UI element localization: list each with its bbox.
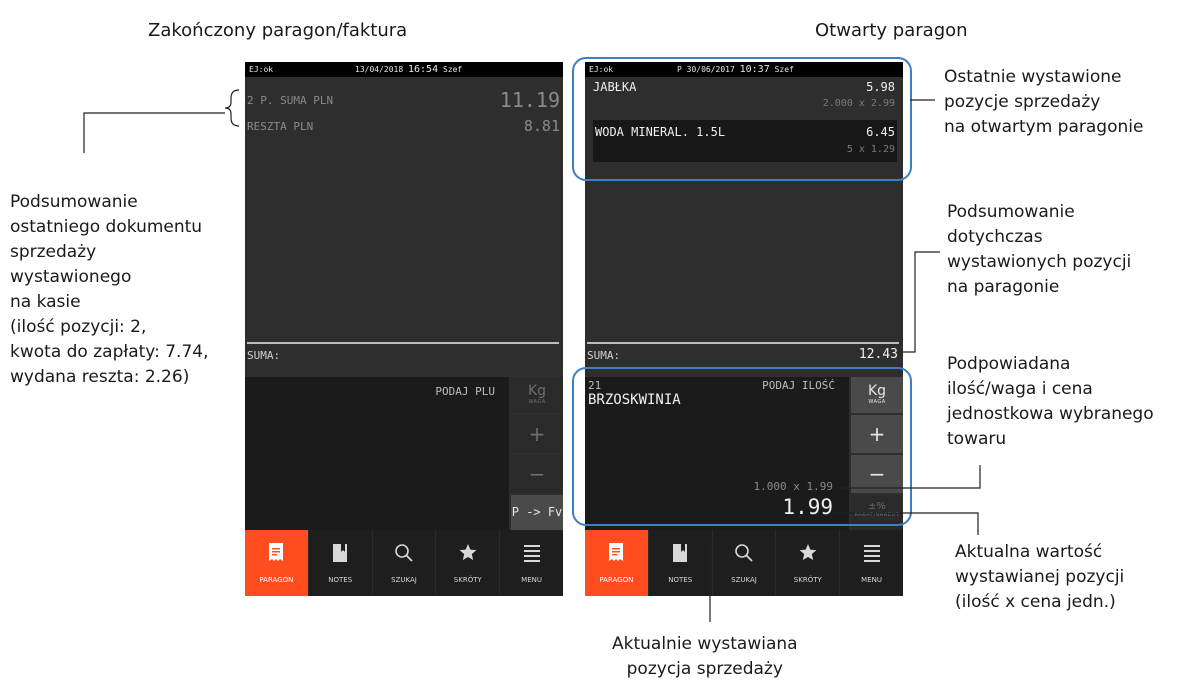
nav-paragon[interactable]: PARAGON	[245, 530, 309, 596]
callout-suggested-qty: Podpowiadana ilość/waga i cena jednostko…	[947, 354, 1154, 449]
nav-szukaj[interactable]: SZUKAJ	[373, 530, 437, 596]
input-area[interactable]: PODAJ PLU	[245, 377, 509, 533]
nav-szukaj[interactable]: SZUKAJ	[713, 530, 777, 596]
callout-recent-items: Ostatnie wystawione pozycje sprzedaży na…	[944, 67, 1144, 137]
input-highlight	[572, 367, 912, 526]
bottom-nav: PARAGON NOTES SZUKAJ SKRÓTY MENU	[245, 530, 563, 596]
bottom-nav: PARAGON NOTES SZUKAJ SKRÓTY MENU	[585, 530, 903, 596]
right-heading: Otwarty paragon	[815, 20, 968, 41]
nav-skroty[interactable]: SKRÓTY	[776, 530, 841, 596]
callout-current-item: Aktualnie wystawiana pozycja sprzedaży	[612, 634, 798, 679]
bookmark-icon	[649, 542, 712, 564]
datetime: 13/04/2018 16:54 Szef	[355, 64, 463, 75]
prompt-text: PODAJ PLU	[435, 385, 495, 398]
receipt-to-invoice-button[interactable]: P -> Fv	[511, 495, 563, 530]
plus-button[interactable]: +	[511, 415, 563, 453]
nav-notes[interactable]: NOTES	[649, 530, 713, 596]
suma-value: 12.43	[858, 347, 898, 362]
summary-value-1: 11.19	[499, 88, 560, 112]
summary-label-2: RESZTA PLN	[247, 120, 314, 133]
search-icon	[373, 542, 436, 564]
suma-divider	[587, 342, 899, 344]
nav-notes[interactable]: NOTES	[309, 530, 373, 596]
receipt-icon	[245, 542, 308, 564]
callout-running-summary: Podsumowanie dotychczas wystawionych poz…	[947, 202, 1132, 297]
kg-button[interactable]: Kg WAGA	[511, 377, 563, 413]
callout-last-document-summary: Podsumowanie ostatniego dokumentu sprzed…	[10, 192, 209, 387]
suma-label: SUMA:	[587, 349, 621, 362]
summary-label-1: 2 P. SUMA PLN	[247, 94, 334, 107]
status-bar: EJ:ok 13/04/2018 16:54 Szef	[245, 62, 563, 77]
callout-current-value: Aktualna wartość wystawianej pozycji (il…	[955, 542, 1125, 612]
search-icon	[713, 542, 776, 564]
star-icon	[436, 542, 499, 564]
minus-button[interactable]: −	[511, 455, 563, 493]
left-heading: Zakończony paragon/faktura	[148, 20, 408, 41]
ej-status: EJ:ok	[249, 65, 274, 74]
receipt-icon	[585, 542, 648, 564]
suma-label: SUMA:	[247, 349, 281, 362]
nav-paragon[interactable]: PARAGON	[585, 530, 649, 596]
menu-icon	[500, 542, 563, 564]
suma-divider	[247, 342, 559, 344]
menu-icon	[840, 542, 903, 564]
left-pos-screen: EJ:ok 13/04/2018 16:54 Szef 2 P. SUMA PL…	[245, 62, 563, 596]
items-highlight	[572, 57, 912, 181]
nav-skroty[interactable]: SKRÓTY	[436, 530, 501, 596]
star-icon	[776, 542, 839, 564]
bookmark-icon	[309, 542, 372, 564]
nav-menu[interactable]: MENU	[840, 530, 903, 596]
nav-menu[interactable]: MENU	[500, 530, 563, 596]
summary-value-2: 8.81	[523, 117, 560, 135]
